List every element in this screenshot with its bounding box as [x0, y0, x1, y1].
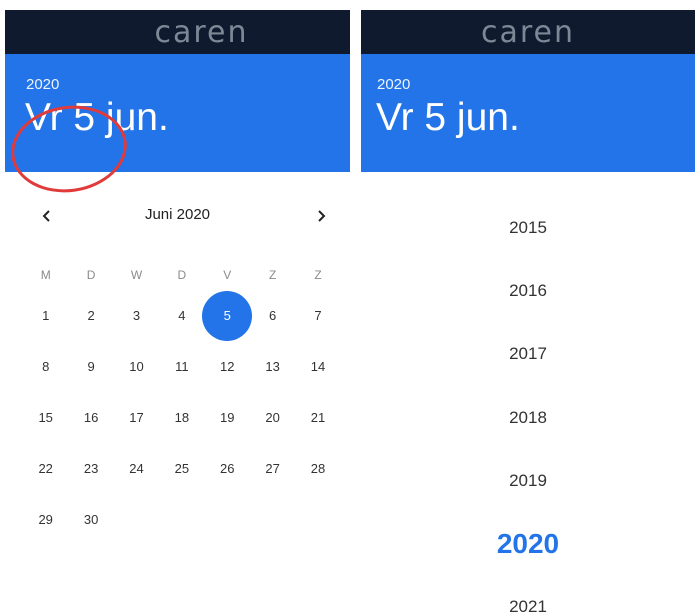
day-cell[interactable]: 19	[205, 392, 250, 443]
weekday-label: Z	[314, 268, 322, 282]
day-cell[interactable]: 13	[250, 341, 295, 392]
day-cell[interactable]: 30	[68, 494, 113, 545]
day-cell[interactable]: 12	[205, 341, 250, 392]
weekday-label: V	[223, 268, 232, 282]
day-cell	[250, 494, 295, 545]
day-cell[interactable]: 22	[23, 443, 68, 494]
day-cell[interactable]: 14	[295, 341, 340, 392]
year-item[interactable]: 2017	[361, 323, 695, 386]
day-cell[interactable]: 27	[250, 443, 295, 494]
day-cell[interactable]: 16	[68, 392, 113, 443]
day-cell[interactable]: 25	[159, 443, 204, 494]
selected-year-item[interactable]: 2020	[361, 512, 695, 575]
day-cell[interactable]: 8	[23, 341, 68, 392]
day-cell[interactable]: 18	[159, 392, 204, 443]
day-cell[interactable]: 23	[68, 443, 113, 494]
day-cell	[114, 494, 159, 545]
selected-day-cell[interactable]: 5	[205, 290, 250, 341]
year-list: 2015 2016 2017 2018 2019 2020 2021	[361, 196, 695, 614]
day-cell[interactable]: 15	[23, 392, 68, 443]
month-navigation: Juni 2020	[5, 202, 350, 230]
day-cell[interactable]: 17	[114, 392, 159, 443]
day-cell[interactable]: 26	[205, 443, 250, 494]
weekday-label: M	[40, 268, 51, 282]
brand-bar: caren	[361, 10, 695, 54]
day-cell	[205, 494, 250, 545]
week-row: 1 2 3 4 5 6 7	[23, 290, 341, 341]
year-item[interactable]: 2019	[361, 449, 695, 512]
weekday-label: D	[86, 268, 96, 282]
day-cell[interactable]: 10	[114, 341, 159, 392]
date-header: 2020 Vr 5 jun.	[361, 54, 695, 172]
chevron-right-icon	[318, 210, 326, 222]
day-cell[interactable]: 21	[295, 392, 340, 443]
year-picker-panel: caren 2020 Vr 5 jun. 2015 2016 2017 2018…	[361, 0, 695, 614]
day-cell[interactable]: 7	[295, 290, 340, 341]
day-cell	[159, 494, 204, 545]
header-date[interactable]: Vr 5 jun.	[376, 96, 520, 140]
next-month-button[interactable]	[307, 202, 335, 230]
day-cell[interactable]: 3	[114, 290, 159, 341]
day-cell[interactable]: 2	[68, 290, 113, 341]
date-header: 2020 Vr 5 jun.	[5, 54, 350, 200]
selected-day-label: 5	[223, 308, 231, 323]
day-cell[interactable]: 29	[23, 494, 68, 545]
month-label: Juni 2020	[144, 206, 211, 223]
weekday-label: Z	[268, 268, 277, 282]
day-cell[interactable]: 4	[159, 290, 204, 341]
week-row: 29 30	[23, 494, 341, 545]
day-cell[interactable]: 24	[114, 443, 159, 494]
brand-logo: caren	[480, 14, 576, 50]
day-cell[interactable]: 6	[250, 290, 295, 341]
week-row: 22 23 24 25 26 27 28	[23, 443, 341, 494]
day-cell[interactable]: 20	[250, 392, 295, 443]
week-row: 8 9 10 11 12 13 14	[23, 341, 341, 392]
weekday-label: D	[177, 268, 187, 282]
day-cell[interactable]: 9	[68, 341, 113, 392]
weekday-label: W	[130, 268, 143, 282]
day-cell[interactable]: 1	[23, 290, 68, 341]
year-item[interactable]: 2021	[361, 576, 695, 614]
brand-logo: caren	[154, 14, 249, 50]
week-row: 15 16 17 18 19 20 21	[23, 392, 341, 443]
calendar-grid: M D W D V Z Z 1 2 3 4 5 6 7 8 9 10 11 12…	[23, 260, 341, 545]
year-item[interactable]: 2018	[361, 386, 695, 449]
year-item[interactable]: 2015	[361, 196, 695, 259]
header-year[interactable]: 2020	[377, 76, 410, 93]
header-year[interactable]: 2020	[26, 76, 59, 93]
day-cell[interactable]: 28	[295, 443, 340, 494]
day-cell[interactable]: 11	[159, 341, 204, 392]
year-item[interactable]: 2016	[361, 259, 695, 322]
weekday-row: M D W D V Z Z	[23, 260, 341, 290]
brand-bar: caren	[5, 10, 350, 54]
day-picker-panel: caren 2020 Vr 5 jun. Juni 2020 M D W D V…	[5, 0, 350, 614]
day-cell	[295, 494, 340, 545]
